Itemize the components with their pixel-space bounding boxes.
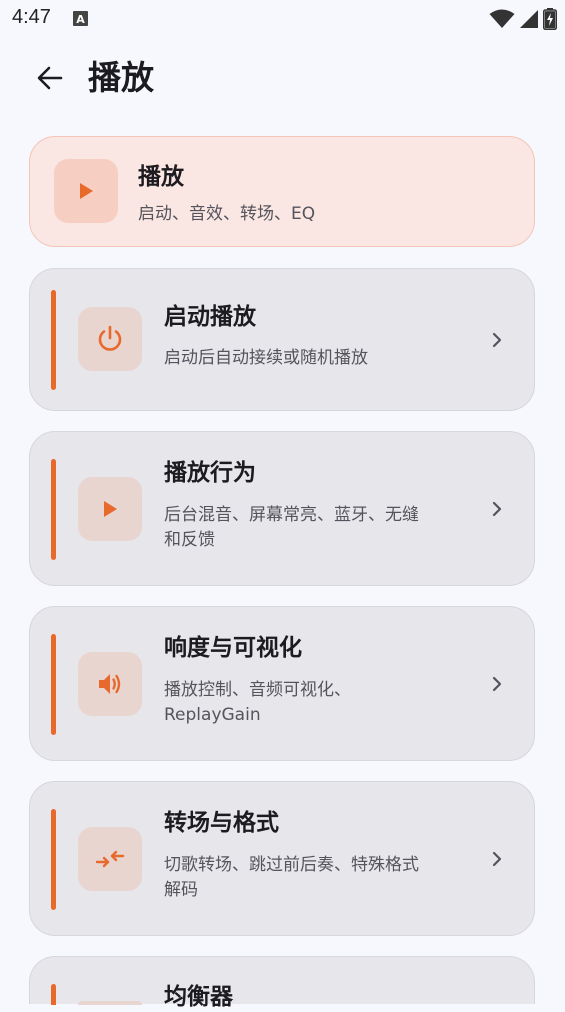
chevron-right-icon (488, 331, 506, 349)
item-icon-box (78, 827, 142, 891)
equalizer-icon (78, 1001, 142, 1005)
item-title: 启动播放 (164, 304, 256, 330)
back-button[interactable] (24, 54, 76, 102)
item-icon-box (78, 652, 142, 716)
accent-bar (51, 634, 56, 735)
item-subtitle-line: 播放控制、音频可视化、 (164, 680, 351, 700)
status-time: 4:47 (12, 6, 51, 28)
accent-bar (51, 459, 56, 560)
power-icon (98, 325, 122, 351)
play-icon (80, 183, 93, 199)
settings-item-transition-format[interactable]: 转场与格式 切歌转场、跳过前后奏、特殊格式 解码 (29, 781, 535, 936)
volume-icon (99, 674, 121, 694)
status-bar: 4:47 A (0, 0, 565, 38)
page-title: 播放 (88, 58, 154, 97)
item-subtitle-line: 后台混音、屏幕常亮、蓝牙、无缝 (164, 505, 419, 525)
item-subtitle-line: 启动后自动接续或随机播放 (164, 348, 368, 368)
chevron-right-icon (488, 500, 506, 518)
svg-text:A: A (76, 13, 85, 26)
play-icon (104, 501, 117, 517)
item-title: 响度与可视化 (164, 635, 302, 661)
chevron-right-icon (488, 850, 506, 868)
accent-bar (51, 809, 56, 910)
item-title: 播放行为 (164, 460, 256, 486)
item-icon-box (78, 307, 142, 371)
wifi-icon (489, 9, 515, 28)
settings-item-loudness-visualization[interactable]: 响度与可视化 播放控制、音频可视化、 ReplayGain (29, 606, 535, 761)
accent-bar (51, 984, 56, 1005)
top-app-bar: 播放 (0, 38, 565, 118)
arrow-left-icon (37, 66, 63, 90)
settings-item-equalizer[interactable]: 均衡器 (29, 956, 535, 1010)
item-subtitle-line: ReplayGain (164, 705, 261, 725)
item-title: 转场与格式 (164, 810, 279, 836)
item-icon-box (78, 477, 142, 541)
status-icons (489, 8, 557, 30)
battery-charging-icon (543, 8, 557, 30)
section-title: 播放 (138, 164, 184, 190)
accent-bar (51, 290, 56, 390)
section-subtitle: 启动、音效、转场、EQ (138, 204, 316, 224)
a-letter-icon: A (73, 11, 88, 26)
section-header-card: 播放 启动、音效、转场、EQ (29, 136, 535, 247)
section-icon-box (54, 159, 118, 223)
transition-icon (95, 850, 125, 868)
settings-item-playback-behavior[interactable]: 播放行为 后台混音、屏幕常亮、蓝牙、无缝 和反馈 (29, 431, 535, 586)
item-subtitle-line: 和反馈 (164, 530, 215, 550)
settings-item-startup-playback[interactable]: 启动播放 启动后自动接续或随机播放 (29, 268, 535, 411)
item-subtitle-line: 切歌转场、跳过前后奏、特殊格式 (164, 855, 419, 875)
signal-icon (520, 10, 538, 28)
item-subtitle-line: 解码 (164, 880, 198, 900)
chevron-right-icon (488, 675, 506, 693)
item-title: 均衡器 (164, 984, 233, 1010)
